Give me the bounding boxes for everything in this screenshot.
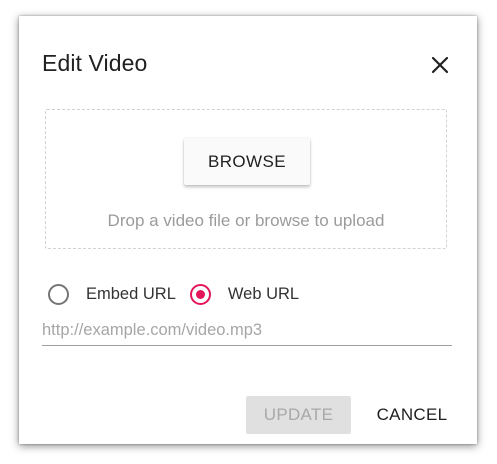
radio-embed-url[interactable]: Embed URL bbox=[48, 283, 176, 305]
radio-embed-url-label: Embed URL bbox=[86, 284, 176, 303]
drop-hint-text: Drop a video file or browse to upload bbox=[107, 211, 385, 230]
close-icon bbox=[431, 56, 449, 74]
browse-button[interactable]: BROWSE bbox=[184, 138, 310, 185]
update-button[interactable]: UPDATE bbox=[246, 396, 351, 434]
radio-web-url[interactable]: Web URL bbox=[189, 283, 300, 305]
dialog-title: Edit Video bbox=[42, 50, 148, 76]
radio-unchecked-icon[interactable] bbox=[48, 283, 69, 305]
radio-checked-icon[interactable] bbox=[189, 283, 211, 305]
cancel-button[interactable]: CANCEL bbox=[370, 396, 454, 434]
video-url-input[interactable] bbox=[42, 315, 452, 346]
edit-video-dialog: Edit Video BROWSE Drop a video file or b… bbox=[19, 16, 477, 444]
radio-web-url-label: Web URL bbox=[227, 284, 300, 303]
close-button[interactable] bbox=[425, 50, 455, 80]
video-source-radio-group: Embed URL Web URL bbox=[48, 281, 299, 307]
video-drop-zone[interactable]: BROWSE Drop a video file or browse to up… bbox=[45, 109, 447, 249]
